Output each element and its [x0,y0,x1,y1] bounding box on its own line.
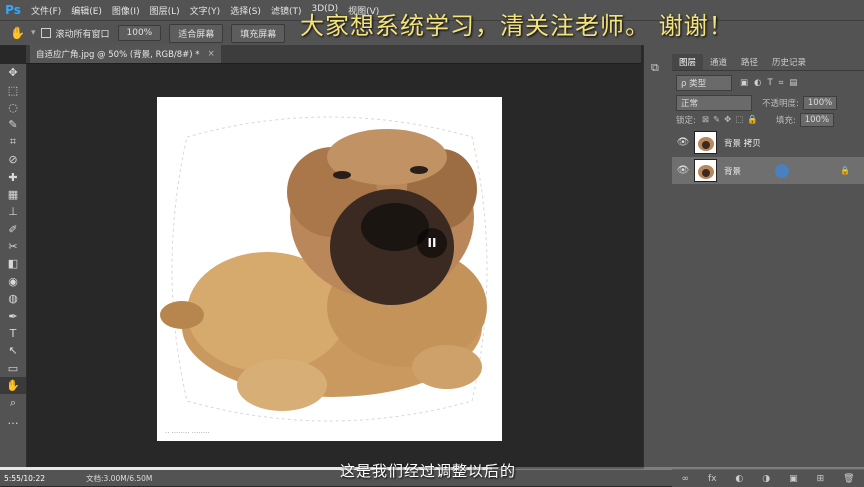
document-canvas[interactable]: ·· ········ ········ [157,97,502,441]
photoshop-logo: Ps [5,3,21,17]
tool-icon[interactable]: ✂ [0,238,26,255]
tool-icon[interactable]: ✚ [0,168,26,185]
tool-icon[interactable]: ✐ [0,221,26,238]
tool-icon[interactable]: ◍ [0,290,26,307]
pause-button[interactable]: II [417,228,447,258]
menu-item[interactable]: 选择(S) [225,4,266,17]
eye-icon[interactable]: 👁 [672,137,694,148]
layer-thumbnail [694,159,717,182]
status-bar: 文档:3.00M/6.50M [0,469,672,486]
panel-footer-icon[interactable]: ◐ [735,474,743,484]
layer-name: 背景 [724,166,742,177]
scroll-all-checkbox[interactable] [41,28,52,38]
promo-banner: 大家想系统学习，清关注老师。 谢谢！ [300,12,734,40]
panel-tabs: 图层 通道 路径 历史记录 [672,54,864,71]
filter-icons[interactable]: ▣◐T⌗▤ [740,78,803,88]
tool-icon[interactable]: ◧ [0,255,26,272]
tool-icon[interactable]: ◉ [0,273,26,290]
document-tab-bar: 自适应广角.jpg @ 50% (背景, RGB/8#) * × [26,45,641,64]
eye-icon[interactable]: 👁 [672,165,694,176]
fill-input[interactable]: 100% [799,113,835,127]
tool-icon[interactable]: ⌕ [0,394,26,411]
tool-icon[interactable]: ✒ [0,307,26,324]
layer-filter-row: ρ 类型 ▣◐T⌗▤ [676,75,860,91]
svg-text:·· ········ ········: ·· ········ ········ [165,429,210,437]
fill-screen-button[interactable]: 填充屏幕 [231,23,286,43]
layers-panel-footer: ∞ fx ◐ ◑ ▣ ⊞ 🗑 [672,469,864,487]
dropdown-arrow-icon[interactable]: ▾ [31,28,36,38]
opacity-label: 不透明度: [762,99,799,109]
lock-row: 锁定: ⊠✎✥⬚🔒 填充: 100% [676,112,860,128]
menu-item[interactable]: 图层(L) [145,4,185,17]
cursor-highlight [775,163,790,178]
video-time: 5:55/10:22 [4,474,45,483]
panel-tab[interactable]: 路径 [734,54,765,70]
scroll-all-label: 滚动所有窗口 [55,29,110,40]
lock-icon: 🔒 [840,166,850,175]
panel-footer-icon[interactable]: 🗑 [843,474,854,484]
panel-footer-icon[interactable]: fx [708,474,717,484]
lock-icons[interactable]: ⊠✎✥⬚🔒 [702,115,762,125]
hand-icon[interactable]: ✋ [10,26,25,40]
menu-item[interactable]: 文字(Y) [185,4,226,17]
adjustments-icon[interactable]: ⧉ [651,61,659,75]
doc-size: 文档:3.00M/6.50M [86,474,153,483]
tool-icon[interactable]: … [0,412,26,429]
document-tab-title: 自适应广角.jpg @ 50% (背景, RGB/8#) * [36,50,200,60]
blend-mode-dropdown[interactable]: 正常 [676,95,752,111]
layer-row-background[interactable]: 👁 背景 🔒 [672,157,864,184]
tool-icon[interactable]: ⬚ [0,81,26,98]
blend-row: 正常 不透明度: 100% [676,95,860,111]
document-tab[interactable]: 自适应广角.jpg @ 50% (背景, RGB/8#) * × [30,45,221,63]
tool-icon[interactable]: ✎ [0,116,26,133]
layers-panel: 图层 通道 路径 历史记录 ρ 类型 ▣◐T⌗▤ 正常 不透明度: 100% 锁定: … [672,45,864,469]
opacity-input[interactable]: 100% [802,96,838,110]
tool-icon[interactable]: ⊘ [0,151,26,168]
tool-icon[interactable]: T [0,325,26,342]
panel-tab[interactable]: 历史记录 [765,54,813,70]
tool-icon[interactable]: ✥ [0,64,26,81]
panel-footer-icon[interactable]: ◑ [762,474,770,484]
close-tab-icon[interactable]: × [208,49,215,59]
tool-icon[interactable]: ⌗ [0,134,26,151]
subtitle: 这是我们经过调整以后的 [340,462,517,480]
tool-icon[interactable]: ▦ [0,186,26,203]
layer-thumbnail [694,131,717,154]
tool-icon[interactable]: ↖ [0,342,26,359]
collapsed-panel-strip: ⧉ [643,45,673,469]
layer-name: 背景 拷贝 [724,138,761,149]
dog-image: ·· ········ ········ [160,116,488,437]
lock-label: 锁定: [676,116,696,126]
panel-footer-icon[interactable]: ⊞ [817,474,825,484]
tool-icon[interactable]: ▭ [0,360,26,377]
zoom-100-button[interactable]: 100% [117,25,162,41]
panel-tab[interactable]: 图层 [672,54,704,70]
tools-panel: ✥ ⬚ ◌ ✎ ⌗ ⊘ ✚ ▦ ⊥ ✐ ✂ ◧ ◉ ◍ ✒ T ↖ ▭ ✋ ⌕… [0,64,27,469]
layer-row-background-copy[interactable]: 👁 背景 拷贝 [672,129,864,156]
panel-footer-icon[interactable]: ∞ [681,474,689,484]
tool-icon[interactable]: ✋ [0,377,26,395]
menu-item[interactable]: 图像(I) [107,4,145,17]
panel-footer-icon[interactable]: ▣ [789,474,798,484]
layer-filter-dropdown[interactable]: ρ 类型 [676,75,732,91]
fit-screen-button[interactable]: 适合屏幕 [169,23,224,43]
fill-label: 填充: [775,116,796,126]
panel-tab[interactable]: 通道 [703,54,734,70]
tool-icon[interactable]: ◌ [0,99,26,116]
menu-item[interactable]: 编辑(E) [66,4,107,17]
tool-icon[interactable]: ⊥ [0,203,26,220]
menu-item[interactable]: 文件(F) [26,4,66,17]
